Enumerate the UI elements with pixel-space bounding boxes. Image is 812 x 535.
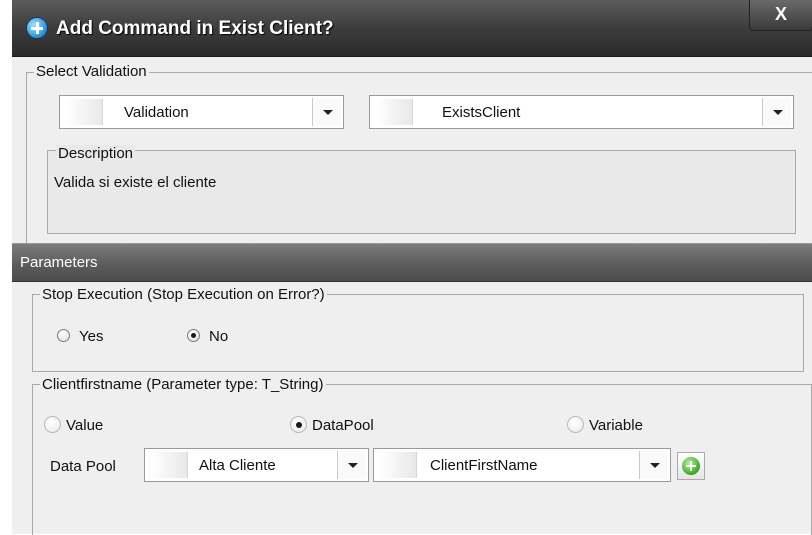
select-validation-legend: Select Validation xyxy=(34,63,149,80)
stop-execution-legend: Stop Execution (Stop Execution on Error?… xyxy=(40,286,327,303)
description-legend: Description xyxy=(56,145,136,162)
combo-image-slot xyxy=(151,452,188,478)
combo-image-slot xyxy=(380,452,417,478)
radio-circle-value[interactable] xyxy=(44,416,61,433)
validation-name-combo[interactable]: ExistsClient xyxy=(369,95,794,129)
description-text: Valida si existe el cliente xyxy=(54,174,217,191)
chevron-down-icon[interactable] xyxy=(762,98,791,126)
data-field-value: ClientFirstName xyxy=(430,457,538,474)
close-button[interactable]: X xyxy=(749,0,812,31)
parameters-header-label: Parameters xyxy=(20,254,98,271)
parameters-header: Parameters xyxy=(12,243,812,282)
validation-type-combo[interactable]: Validation xyxy=(59,95,344,129)
combo-image-slot xyxy=(66,99,103,125)
radio-circle-datapool[interactable] xyxy=(290,416,307,433)
window-title: Add Command in Exist Client? xyxy=(56,18,334,39)
data-pool-combo[interactable]: Alta Cliente xyxy=(144,448,369,482)
add-icon xyxy=(682,457,700,475)
chevron-down-icon[interactable] xyxy=(337,451,366,479)
clientfirstname-legend: Clientfirstname (Parameter type: T_Strin… xyxy=(40,376,326,393)
description-group xyxy=(47,150,796,234)
chevron-down-icon[interactable] xyxy=(312,98,341,126)
validation-name-value: ExistsClient xyxy=(442,104,521,121)
add-button[interactable] xyxy=(677,452,705,480)
chevron-down-icon[interactable] xyxy=(639,451,668,479)
title-bar[interactable]: Add Command in Exist Client? X xyxy=(12,0,812,57)
radio-circle-yes[interactable] xyxy=(57,329,70,342)
info-plus-icon xyxy=(26,17,48,39)
data-pool-value: Alta Cliente xyxy=(199,457,276,474)
radio-circle-no[interactable] xyxy=(187,329,200,342)
radio-value-label: Value xyxy=(66,417,104,434)
stop-execution-group xyxy=(32,294,804,372)
combo-image-slot xyxy=(376,99,413,125)
radio-yes-label: Yes xyxy=(79,328,104,345)
data-pool-label: Data Pool xyxy=(50,458,116,475)
validation-type-value: Validation xyxy=(124,104,189,121)
dialog-window: Add Command in Exist Client? X Select Va… xyxy=(12,0,812,535)
radio-variable-label: Variable xyxy=(589,417,643,434)
radio-datapool-label: DataPool xyxy=(312,417,374,434)
data-field-combo[interactable]: ClientFirstName xyxy=(373,448,671,482)
radio-no-label: No xyxy=(209,328,229,345)
radio-circle-variable[interactable] xyxy=(567,416,584,433)
